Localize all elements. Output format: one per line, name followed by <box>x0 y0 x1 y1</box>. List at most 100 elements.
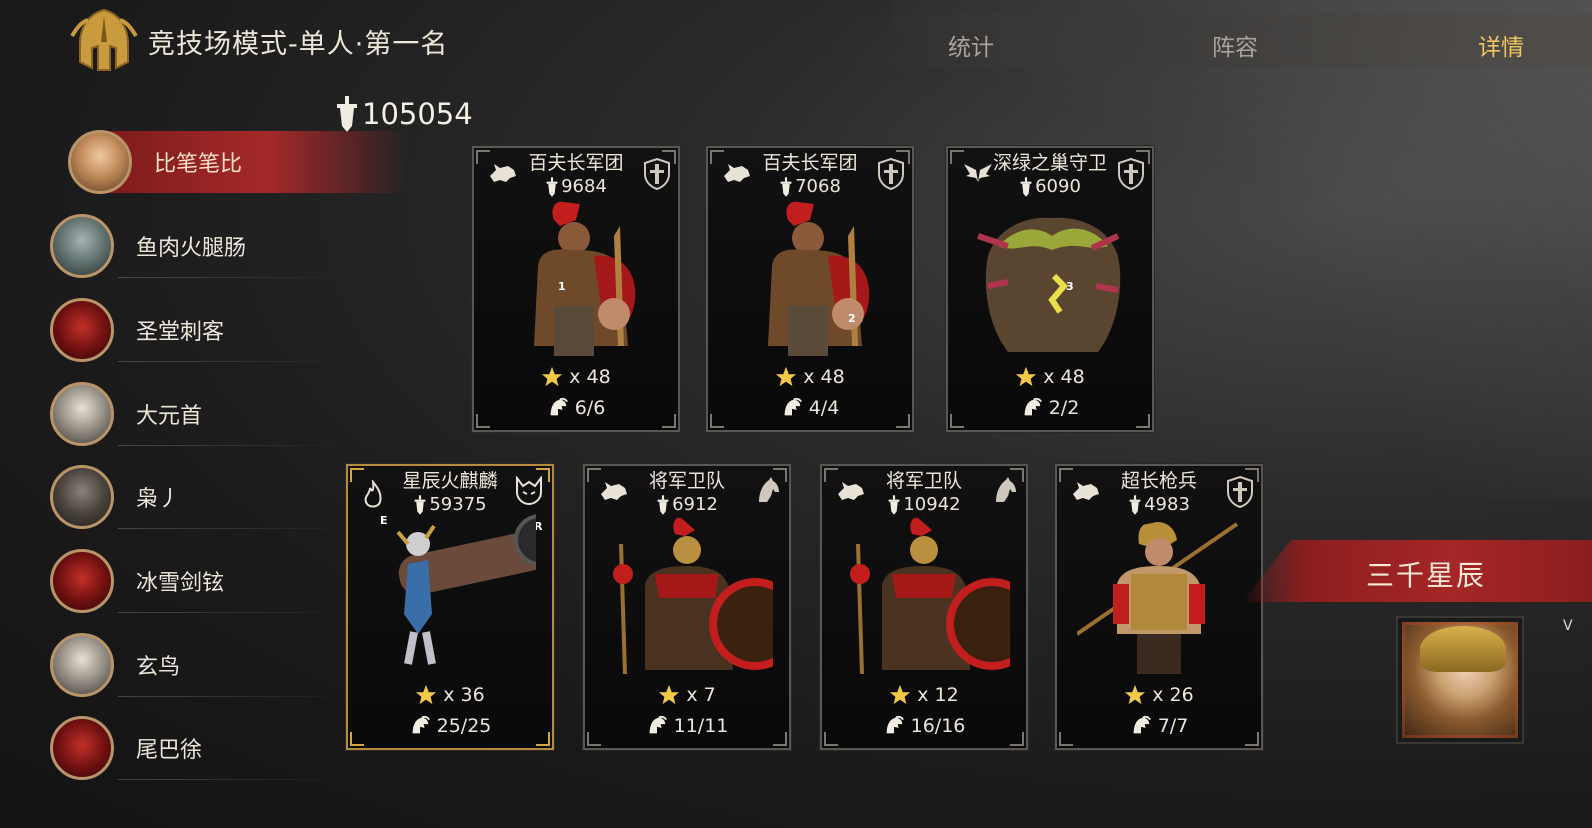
star-icon <box>1015 366 1037 388</box>
unit-name: 将军卫队 <box>885 470 962 492</box>
unit-card-3[interactable]: 深绿之巢守卫 6090 3 x 48 2/2 <box>945 145 1155 433</box>
unit-power-value: 10942 <box>903 494 961 515</box>
player-item-5[interactable]: 枭丿 <box>50 463 350 531</box>
unit-name: 超长枪兵 <box>1120 470 1197 492</box>
unit-name: 将军卫队 <box>648 470 725 492</box>
star-icon <box>658 684 680 706</box>
avatar <box>50 633 114 697</box>
power-sword-icon <box>1128 495 1142 515</box>
player-name: 玄鸟 <box>136 655 181 680</box>
edge-text: V <box>1563 618 1573 634</box>
avatar <box>50 214 114 278</box>
unit-stars-value: x 26 <box>1152 684 1194 706</box>
unit-troops: 25/25 <box>348 715 552 737</box>
star-icon <box>889 684 911 706</box>
player-item-7[interactable]: 玄鸟 <box>50 631 350 699</box>
unit-power: 4983 <box>1057 494 1261 515</box>
player-name: 枭丿 <box>136 487 181 512</box>
avatar <box>50 465 114 529</box>
power-sword-icon <box>887 495 901 515</box>
player-item-8[interactable]: 尾巴徐 <box>50 714 350 782</box>
unit-troops-value: 11/11 <box>673 715 729 737</box>
divider <box>118 445 350 446</box>
star-icon <box>775 366 797 388</box>
unit-stars-value: x 48 <box>803 366 845 388</box>
unit-troops-value: 16/16 <box>910 715 966 737</box>
avatar <box>50 716 114 780</box>
unit-power-value: 59375 <box>429 494 487 515</box>
slot-number: 3 <box>1066 280 1074 293</box>
unit-power-value: 6090 <box>1035 176 1081 197</box>
general-guard-portrait <box>850 517 1010 675</box>
unit-stars: x 12 <box>822 684 1026 706</box>
power-sword-icon <box>413 495 427 515</box>
divider <box>118 612 350 613</box>
power-sword-icon <box>779 177 793 197</box>
unit-power: 6090 <box>948 176 1152 197</box>
unit-stars: x 48 <box>474 366 678 388</box>
player-item-3[interactable]: 圣堂刺客 <box>50 296 350 364</box>
power-sword-icon <box>545 177 559 197</box>
unit-card-1[interactable]: 百夫长军团 9684 1 x 48 6/6 <box>471 145 681 433</box>
player-name: 尾巴徐 <box>136 738 203 763</box>
unit-troops: 6/6 <box>474 397 678 419</box>
troop-helmet-icon <box>781 397 803 419</box>
unit-card-6[interactable]: 超长枪兵 4983 x 26 7/7 <box>1054 463 1264 751</box>
hero-card[interactable]: 星辰火麒麟 59375 E R x 36 25/25 <box>345 463 555 751</box>
unit-power-value: 4983 <box>1144 494 1190 515</box>
unit-stars: x 48 <box>708 366 912 388</box>
unit-troops-value: 25/25 <box>436 715 492 737</box>
general-guard-portrait <box>613 517 773 675</box>
unit-card-2[interactable]: 百夫长军团 7068 2 x 48 4/4 <box>705 145 915 433</box>
unit-power: 9684 <box>474 176 678 197</box>
unit-troops: 7/7 <box>1057 715 1261 737</box>
player-name: 比笔笔比 <box>154 152 243 177</box>
star-icon <box>415 684 437 706</box>
player-item-4[interactable]: 大元首 <box>50 380 350 448</box>
hero-cannon-portrait <box>396 514 536 665</box>
avatar <box>50 382 114 446</box>
divider <box>118 696 350 697</box>
unit-card-4[interactable]: 将军卫队 6912 x 7 11/11 <box>582 463 792 751</box>
unit-troops: 2/2 <box>948 397 1152 419</box>
unit-power-value: 9684 <box>561 176 607 197</box>
unit-stars: x 36 <box>348 684 552 706</box>
treant-guardian-portrait <box>977 217 1121 352</box>
divider <box>118 779 350 780</box>
player-name: 大元首 <box>136 404 203 429</box>
unit-troops-value: 7/7 <box>1157 715 1189 737</box>
tab-statistics[interactable]: 统计 <box>948 28 994 62</box>
active-highlight <box>98 131 408 193</box>
star-icon <box>1124 684 1146 706</box>
centurion-portrait <box>534 201 636 356</box>
unit-power: 10942 <box>822 494 1026 515</box>
slot-number: 2 <box>848 312 856 325</box>
avatar <box>50 549 114 613</box>
unit-card-5[interactable]: 将军卫队 10942 x 12 16/16 <box>819 463 1029 751</box>
opponent-portrait[interactable] <box>1396 616 1524 744</box>
player-name: 鱼肉火腿肠 <box>136 236 247 261</box>
unit-stars-value: x 7 <box>686 684 716 706</box>
tab-lineup[interactable]: 阵容 <box>1212 28 1258 62</box>
troop-helmet-icon <box>409 715 431 737</box>
total-power: 105054 <box>334 96 473 132</box>
divider <box>118 528 350 529</box>
unit-stars: x 26 <box>1057 684 1261 706</box>
troop-helmet-icon <box>1021 397 1043 419</box>
player-name: 冰雪剑铉 <box>136 571 225 596</box>
tab-details[interactable]: 详情 <box>1478 28 1524 62</box>
troop-helmet-icon <box>547 397 569 419</box>
player-item-1[interactable]: 比笔笔比 <box>68 128 408 196</box>
player-item-6[interactable]: 冰雪剑铉 <box>50 547 350 615</box>
unit-troops: 16/16 <box>822 715 1026 737</box>
unit-troops: 11/11 <box>585 715 789 737</box>
page-title: 竞技场模式-单人·第一名 <box>148 29 449 60</box>
opponent-name: 三千星辰 <box>1366 559 1487 592</box>
slot-number: 1 <box>558 280 566 293</box>
unit-stars: x 7 <box>585 684 789 706</box>
troop-helmet-icon <box>883 715 905 737</box>
unit-name: 百夫长军团 <box>528 152 624 174</box>
player-item-2[interactable]: 鱼肉火腿肠 <box>50 212 350 280</box>
unit-stars-value: x 12 <box>917 684 959 706</box>
centurion-portrait <box>768 201 870 356</box>
